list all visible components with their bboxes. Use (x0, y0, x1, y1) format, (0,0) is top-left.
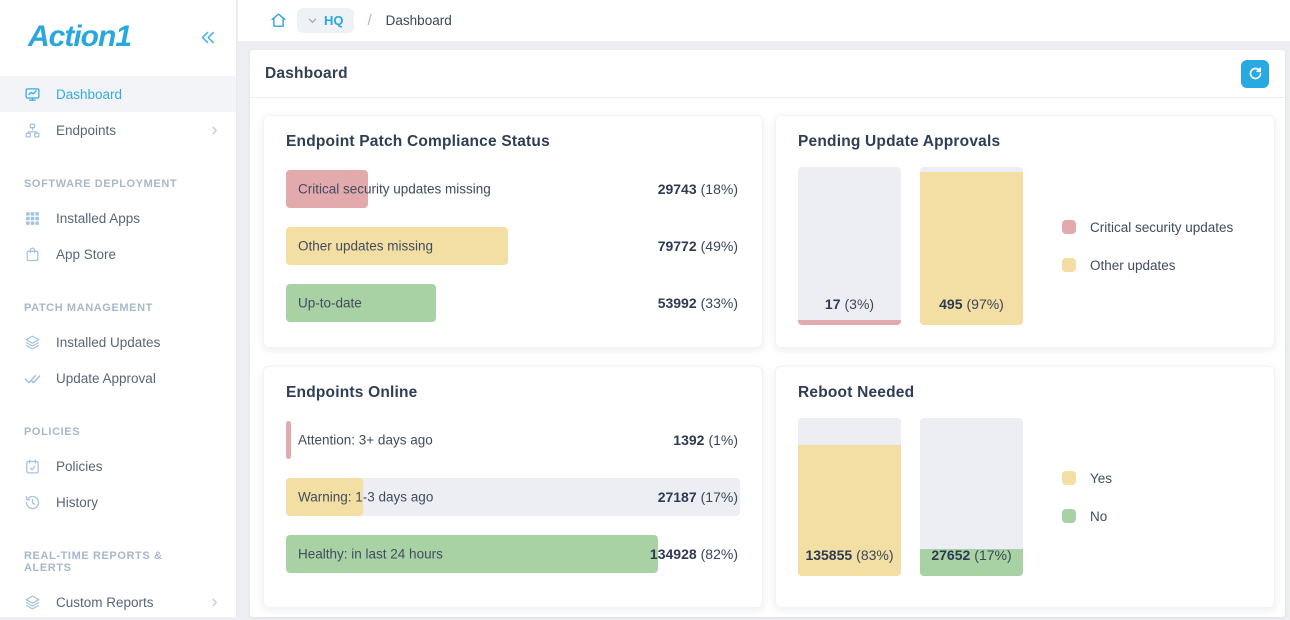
legend-item-no: No (1062, 509, 1112, 524)
sidebar-item-label: Endpoints (56, 123, 194, 138)
row-value: 1392(1%) (673, 432, 738, 448)
sidebar-collapse-button[interactable] (199, 29, 216, 46)
main-panel: Dashboard Endpoint Patch Compliance Stat… (250, 50, 1285, 617)
layers-icon (24, 334, 41, 351)
section-header-reports-alerts: Real-Time Reports & Alerts (0, 520, 236, 584)
legend: Yes No (1062, 418, 1112, 576)
online-row-healthy[interactable]: Healthy: in last 24 hours 134928(82%) (286, 535, 740, 573)
sidebar-item-label: Update Approval (56, 371, 220, 386)
column-value: 17(3%) (798, 296, 901, 312)
column-reboot-yes[interactable]: 135855(83%) (798, 418, 901, 576)
sidebar-item-label: Policies (56, 459, 220, 474)
legend-item-critical: Critical security updates (1062, 220, 1233, 235)
sidebar-item-dashboard[interactable]: Dashboard (0, 76, 236, 112)
breadcrumb-page: Dashboard (386, 13, 452, 28)
layers-icon (24, 594, 41, 611)
legend-label: No (1090, 509, 1107, 524)
sidebar-item-label: Installed Updates (56, 335, 220, 350)
chevron-right-icon (209, 125, 220, 136)
row-label: Other updates missing (298, 239, 433, 254)
compliance-row-uptodate[interactable]: Up-to-date 53992(33%) (286, 284, 740, 322)
row-label: Up-to-date (298, 296, 362, 311)
column-other-updates[interactable]: 495(97%) (920, 167, 1023, 325)
chevron-down-icon (307, 15, 318, 26)
row-value: 79772(49%) (658, 238, 738, 254)
compliance-row-critical[interactable]: Critical security updates missing 29743(… (286, 170, 740, 208)
legend-label: Yes (1090, 471, 1112, 486)
legend: Critical security updates Other updates (1062, 167, 1233, 325)
sidebar-item-app-store[interactable]: App Store (0, 236, 236, 272)
card-title: Endpoint Patch Compliance Status (286, 133, 740, 151)
home-breadcrumb-button[interactable] (270, 12, 287, 29)
refresh-icon (1248, 66, 1263, 81)
column-value: 27652(17%) (920, 547, 1023, 563)
legend-label: Critical security updates (1090, 220, 1233, 235)
apps-grid-icon (24, 210, 41, 227)
row-value: 27187(17%) (658, 489, 738, 505)
legend-swatch (1062, 258, 1076, 272)
row-value: 29743(18%) (658, 181, 738, 197)
card-endpoints-online: Endpoints Online Attention: 3+ days ago … (263, 366, 763, 608)
sidebar-item-installed-updates[interactable]: Installed Updates (0, 324, 236, 360)
card-reboot-needed: Reboot Needed 135855(83%) 27652(17%) Yes (775, 366, 1275, 608)
card-title: Reboot Needed (798, 384, 1252, 402)
legend-label: Other updates (1090, 258, 1176, 273)
calendar-check-icon (24, 458, 41, 475)
row-label: Attention: 3+ days ago (298, 433, 433, 448)
legend-item-yes: Yes (1062, 471, 1112, 486)
endpoints-icon (24, 122, 41, 139)
section-header-patch-management: Patch Management (0, 272, 236, 324)
sidebar-item-label: Custom Reports (56, 595, 194, 610)
sidebar-item-label: Installed Apps (56, 211, 220, 226)
sidebar-item-policies[interactable]: Policies (0, 448, 236, 484)
action1-logo: Action1 (28, 20, 131, 54)
breadcrumb: HQ / Dashboard (238, 0, 1290, 42)
row-label: Healthy: in last 24 hours (298, 547, 443, 562)
column-value: 135855(83%) (798, 547, 901, 563)
section-header-policies: Policies (0, 396, 236, 448)
online-row-attention[interactable]: Attention: 3+ days ago 1392(1%) (286, 421, 740, 459)
sidebar-item-label: History (56, 495, 220, 510)
card-endpoint-patch-compliance: Endpoint Patch Compliance Status Critica… (263, 115, 763, 348)
column-value: 495(97%) (920, 296, 1023, 312)
sidebar-item-label: App Store (56, 247, 220, 262)
section-header-software-deployment: Software Deployment (0, 148, 236, 200)
column-reboot-no[interactable]: 27652(17%) (920, 418, 1023, 576)
org-selector[interactable]: HQ (297, 8, 354, 33)
refresh-button[interactable] (1241, 60, 1269, 88)
row-value: 134928(82%) (650, 546, 738, 562)
sidebar-item-endpoints[interactable]: Endpoints (0, 112, 236, 148)
row-label: Critical security updates missing (298, 182, 491, 197)
bar-attention (286, 421, 291, 459)
card-title: Pending Update Approvals (798, 133, 1252, 151)
card-pending-update-approvals: Pending Update Approvals 17(3%) 495(97%)… (775, 115, 1275, 348)
legend-swatch (1062, 471, 1076, 485)
org-name: HQ (324, 13, 344, 28)
legend-item-other: Other updates (1062, 258, 1233, 273)
card-title: Endpoints Online (286, 384, 740, 402)
history-icon (24, 494, 41, 511)
column-critical-updates[interactable]: 17(3%) (798, 167, 901, 325)
double-chevron-left-icon (199, 29, 216, 46)
compliance-row-other[interactable]: Other updates missing 79772(49%) (286, 227, 740, 265)
sidebar-item-label: Dashboard (56, 87, 220, 102)
column-fill (798, 320, 901, 325)
sidebar-item-custom-reports[interactable]: Custom Reports (0, 584, 236, 620)
sidebar-item-history[interactable]: History (0, 484, 236, 520)
shopping-bag-icon (24, 246, 41, 263)
row-value: 53992(33%) (658, 295, 738, 311)
chevron-right-icon (209, 597, 220, 608)
breadcrumb-separator: / (368, 12, 372, 29)
home-icon (270, 12, 287, 29)
row-label: Warning: 1-3 days ago (298, 490, 433, 505)
sidebar-item-update-approval[interactable]: Update Approval (0, 360, 236, 396)
sidebar-item-installed-apps[interactable]: Installed Apps (0, 200, 236, 236)
legend-swatch (1062, 220, 1076, 234)
legend-swatch (1062, 509, 1076, 523)
online-row-warning[interactable]: Warning: 1-3 days ago 27187(17%) (286, 478, 740, 516)
double-check-icon (24, 370, 41, 387)
sidebar: Action1 Dashboard Endpoints Software Dep… (0, 0, 237, 617)
dashboard-icon (24, 86, 41, 103)
page-title: Dashboard (265, 65, 348, 83)
